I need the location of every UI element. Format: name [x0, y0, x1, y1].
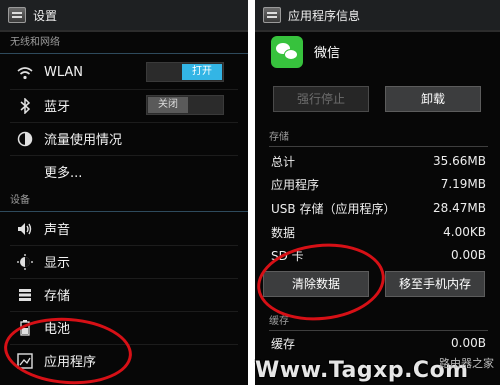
cache-row: 缓存 0.00B — [271, 332, 486, 354]
app-info-title: 应用程序信息 — [288, 8, 361, 23]
storage-row-value: 35.66MB — [433, 154, 486, 168]
data-usage-icon — [16, 130, 34, 148]
wifi-icon — [16, 64, 34, 82]
bluetooth-label: 蓝牙 — [44, 100, 71, 115]
cache-row-value: 0.00B — [451, 336, 486, 350]
storage-row-label: 数据 — [271, 225, 296, 240]
storage-row-total: 总计 35.66MB — [271, 150, 486, 172]
watermark-text: Www.Tagxp.Com — [255, 358, 469, 383]
move-to-phone-button[interactable]: 移至手机内存 — [385, 271, 485, 297]
storage-icon — [16, 286, 34, 304]
cache-row-label: 缓存 — [271, 336, 296, 351]
storage-row-usb: USB 存储（应用程序） 28.47MB — [271, 197, 486, 219]
wlan-toggle[interactable]: 打开 — [146, 62, 224, 82]
wlan-toggle-state: 打开 — [182, 64, 222, 80]
storage-row-value: 7.19MB — [440, 177, 486, 191]
more-label: 更多... — [44, 166, 83, 181]
brightness-icon — [16, 253, 34, 271]
storage-row-app: 应用程序 7.19MB — [271, 173, 486, 195]
settings-title: 设置 — [33, 8, 58, 23]
storage-label: 存储 — [44, 289, 71, 304]
app-name: 微信 — [314, 46, 341, 61]
section-device-header: 设备 — [0, 190, 248, 212]
settings-item-bluetooth[interactable]: 蓝牙 关闭 — [0, 89, 248, 122]
watermark-cn: 路由器之家 — [439, 357, 494, 370]
storage-row-label: 总计 — [271, 154, 296, 169]
storage-row-data: 数据 4.00KB — [271, 221, 486, 243]
storage-row-value: 28.47MB — [433, 201, 486, 215]
storage-row-value: 4.00KB — [443, 225, 486, 239]
storage-row-value: 0.00B — [451, 248, 486, 262]
data-usage-label: 流量使用情况 — [44, 133, 123, 148]
wechat-icon — [271, 36, 303, 68]
section-wireless-header: 无线和网络 — [0, 32, 248, 54]
settings-app-icon[interactable] — [263, 7, 281, 23]
settings-item-display[interactable]: 显示 — [0, 245, 248, 278]
settings-item-sound[interactable]: 声音 — [0, 212, 248, 245]
settings-item-wlan[interactable]: WLAN 打开 — [0, 56, 248, 89]
sound-label: 声音 — [44, 223, 71, 238]
section-storage-header: 存储 — [269, 128, 488, 147]
app-info-action-bar: 应用程序信息 — [255, 0, 500, 32]
bluetooth-toggle-state: 关闭 — [148, 97, 188, 113]
storage-row-label: 应用程序 — [271, 177, 320, 192]
storage-row-label: USB 存储（应用程序） — [271, 201, 396, 216]
display-label: 显示 — [44, 256, 71, 271]
speaker-icon — [16, 220, 34, 238]
settings-action-bar: 设置 — [0, 0, 248, 32]
settings-app-icon[interactable] — [8, 7, 26, 23]
section-storage-label: 存储 — [269, 132, 289, 143]
section-cache-label: 缓存 — [269, 316, 289, 327]
app-info-screen: 应用程序信息 微信 强行停止 卸载 存储 总计 35.66MB 应用程序 7.1… — [255, 0, 500, 385]
bluetooth-toggle[interactable]: 关闭 — [146, 95, 224, 115]
wlan-label: WLAN — [44, 65, 84, 80]
settings-item-storage[interactable]: 存储 — [0, 278, 248, 311]
settings-item-data-usage[interactable]: 流量使用情况 — [0, 122, 248, 155]
uninstall-button[interactable]: 卸载 — [385, 86, 481, 112]
settings-item-more[interactable]: 更多... — [0, 155, 248, 188]
force-stop-button[interactable]: 强行停止 — [273, 86, 369, 112]
bluetooth-icon — [16, 97, 34, 115]
settings-screen: 设置 无线和网络 WLAN 打开 蓝牙 关闭 流量使用情况 更多... 设备 声… — [0, 0, 248, 385]
app-header — [271, 36, 303, 68]
